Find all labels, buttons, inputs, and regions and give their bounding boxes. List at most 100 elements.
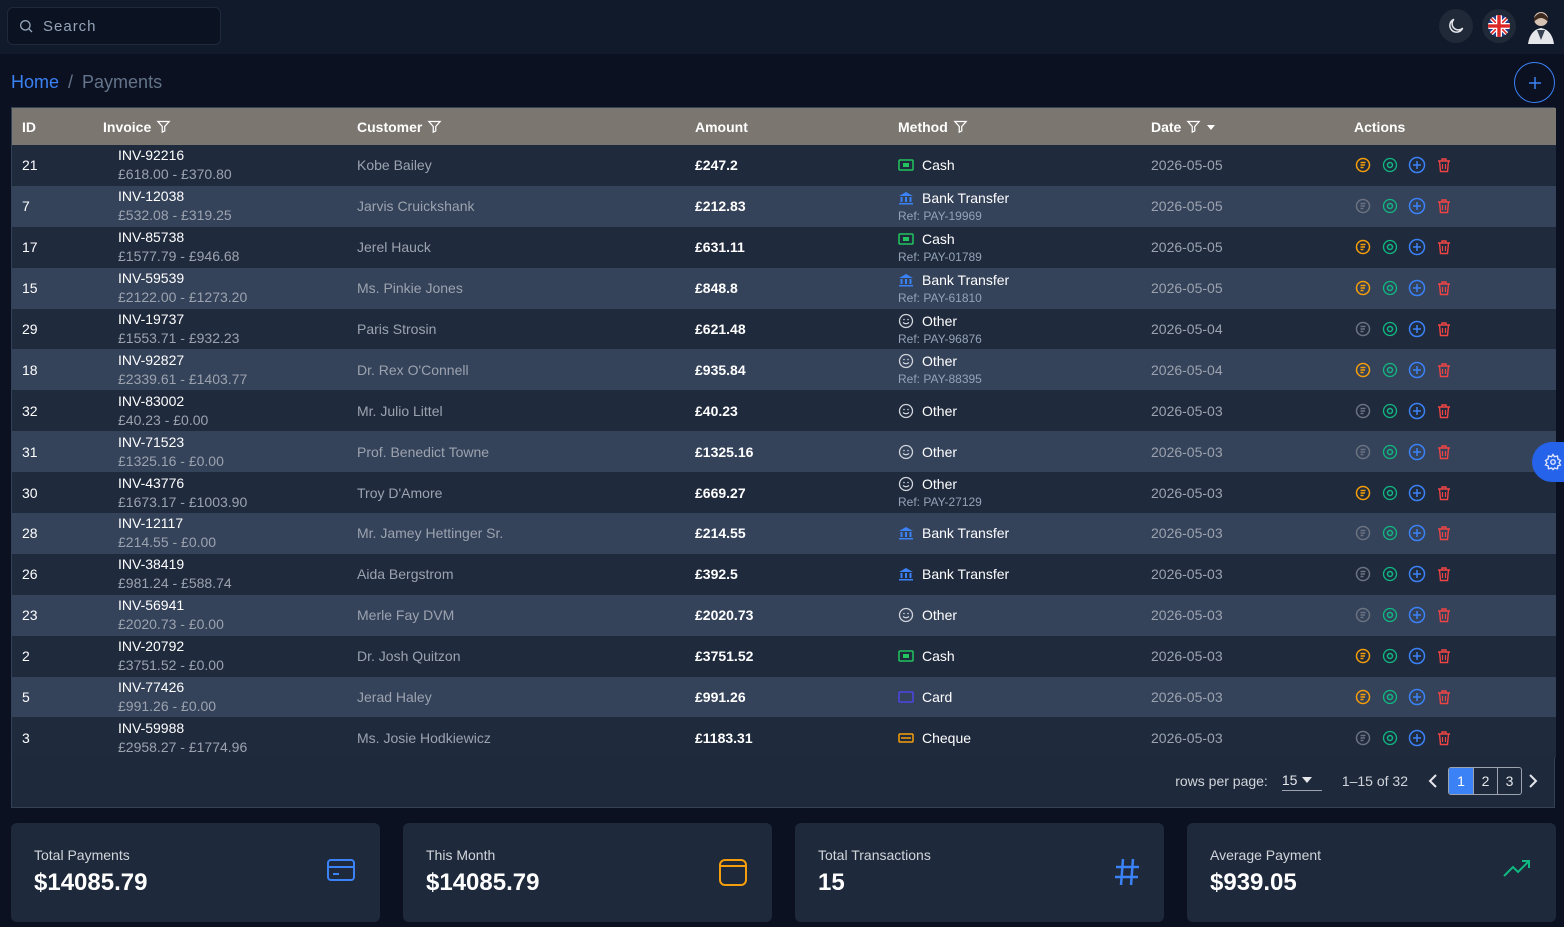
- view-button[interactable]: [1381, 688, 1399, 706]
- delete-button[interactable]: [1435, 156, 1453, 174]
- add-button[interactable]: [1408, 606, 1426, 624]
- add-button[interactable]: [1408, 197, 1426, 215]
- invoice-number[interactable]: INV-92216: [118, 146, 347, 164]
- invoice-number[interactable]: INV-59539: [118, 269, 347, 287]
- view-button[interactable]: [1381, 238, 1399, 256]
- add-button[interactable]: [1408, 443, 1426, 461]
- delete-button[interactable]: [1435, 565, 1453, 583]
- invoice-number[interactable]: INV-19737: [118, 310, 347, 328]
- search-input[interactable]: [43, 17, 203, 35]
- prev-page-button[interactable]: [1428, 774, 1442, 788]
- view-button[interactable]: [1381, 197, 1399, 215]
- add-payment-button[interactable]: [1514, 62, 1555, 103]
- receipt-button[interactable]: [1354, 606, 1372, 624]
- view-button[interactable]: [1381, 524, 1399, 542]
- delete-button[interactable]: [1435, 647, 1453, 665]
- table-row[interactable]: 3 INV-59988 £2958.27 - £1774.96 Ms. Josie H…: [12, 717, 1556, 759]
- delete-button[interactable]: [1435, 443, 1453, 461]
- invoice-number[interactable]: INV-92827: [118, 351, 347, 369]
- receipt-button[interactable]: [1354, 320, 1372, 338]
- header-date[interactable]: Date: [1141, 108, 1344, 145]
- view-button[interactable]: [1381, 156, 1399, 174]
- add-button[interactable]: [1408, 320, 1426, 338]
- invoice-number[interactable]: INV-12038: [118, 187, 347, 205]
- invoice-number[interactable]: INV-59988: [118, 719, 347, 737]
- view-button[interactable]: [1381, 606, 1399, 624]
- delete-button[interactable]: [1435, 197, 1453, 215]
- delete-button[interactable]: [1435, 484, 1453, 502]
- page-button-2[interactable]: 2: [1473, 768, 1497, 794]
- invoice-number[interactable]: INV-85738: [118, 228, 347, 246]
- table-row[interactable]: 15 INV-59539 £2122.00 - £1273.20 Ms. Pinkie…: [12, 267, 1556, 309]
- add-button[interactable]: [1408, 729, 1426, 747]
- add-button[interactable]: [1408, 688, 1426, 706]
- view-button[interactable]: [1381, 279, 1399, 297]
- view-button[interactable]: [1381, 565, 1399, 583]
- filter-icon[interactable]: [427, 119, 442, 134]
- sort-desc-icon[interactable]: [1206, 122, 1216, 132]
- next-page-button[interactable]: [1528, 774, 1538, 788]
- receipt-button[interactable]: [1354, 238, 1372, 256]
- invoice-number[interactable]: INV-83002: [118, 392, 347, 410]
- view-button[interactable]: [1381, 729, 1399, 747]
- table-row[interactable]: 23 INV-56941 £2020.73 - £0.00 Merle Fay DVM…: [12, 594, 1556, 636]
- table-row[interactable]: 18 INV-92827 £2339.61 - £1403.77 Dr. Rex O'…: [12, 349, 1556, 391]
- header-customer[interactable]: Customer: [347, 108, 685, 145]
- header-id[interactable]: ID: [12, 108, 93, 145]
- table-row[interactable]: 30 INV-43776 £1673.17 - £1003.90 Troy D'Amo…: [12, 472, 1556, 514]
- delete-button[interactable]: [1435, 524, 1453, 542]
- language-button[interactable]: [1482, 9, 1516, 43]
- breadcrumb-home-link[interactable]: Home: [11, 72, 59, 93]
- delete-button[interactable]: [1435, 606, 1453, 624]
- invoice-number[interactable]: INV-71523: [118, 433, 347, 451]
- invoice-number[interactable]: INV-12117: [118, 514, 347, 532]
- add-button[interactable]: [1408, 402, 1426, 420]
- settings-button[interactable]: [1532, 442, 1564, 482]
- receipt-button[interactable]: [1354, 688, 1372, 706]
- table-row[interactable]: 32 INV-83002 £40.23 - £0.00 Mr. Julio Litte…: [12, 390, 1556, 432]
- user-avatar[interactable]: [1524, 8, 1558, 44]
- receipt-button[interactable]: [1354, 729, 1372, 747]
- view-button[interactable]: [1381, 647, 1399, 665]
- invoice-number[interactable]: INV-77426: [118, 678, 347, 696]
- delete-button[interactable]: [1435, 279, 1453, 297]
- receipt-button[interactable]: [1354, 279, 1372, 297]
- filter-icon[interactable]: [1186, 119, 1201, 134]
- filter-icon[interactable]: [953, 119, 968, 134]
- page-button-1[interactable]: 1: [1449, 768, 1473, 794]
- delete-button[interactable]: [1435, 238, 1453, 256]
- delete-button[interactable]: [1435, 402, 1453, 420]
- view-button[interactable]: [1381, 402, 1399, 420]
- table-row[interactable]: 29 INV-19737 £1553.71 - £932.23 Paris Stros…: [12, 308, 1556, 350]
- view-button[interactable]: [1381, 361, 1399, 379]
- add-button[interactable]: [1408, 647, 1426, 665]
- table-row[interactable]: 21 INV-92216 £618.00 - £370.80 Kobe Bailey £…: [12, 145, 1556, 186]
- receipt-button[interactable]: [1354, 361, 1372, 379]
- invoice-number[interactable]: INV-43776: [118, 474, 347, 492]
- receipt-button[interactable]: [1354, 524, 1372, 542]
- add-button[interactable]: [1408, 279, 1426, 297]
- invoice-number[interactable]: INV-56941: [118, 596, 347, 614]
- table-row[interactable]: 17 INV-85738 £1577.79 - £946.68 Jerel Hauck…: [12, 226, 1556, 268]
- page-button-3[interactable]: 3: [1497, 768, 1521, 794]
- delete-button[interactable]: [1435, 320, 1453, 338]
- view-button[interactable]: [1381, 484, 1399, 502]
- invoice-number[interactable]: INV-20792: [118, 637, 347, 655]
- header-invoice[interactable]: Invoice: [93, 108, 347, 145]
- table-row[interactable]: 28 INV-12117 £214.55 - £0.00 Mr. Jamey Hett…: [12, 513, 1556, 554]
- search-box[interactable]: [7, 7, 221, 45]
- view-button[interactable]: [1381, 443, 1399, 461]
- receipt-button[interactable]: [1354, 484, 1372, 502]
- receipt-button[interactable]: [1354, 156, 1372, 174]
- filter-icon[interactable]: [156, 119, 171, 134]
- rows-per-page-select[interactable]: 15: [1281, 772, 1322, 791]
- table-row[interactable]: 2 INV-20792 £3751.52 - £0.00 Dr. Josh Quitz…: [12, 635, 1556, 677]
- table-row[interactable]: 26 INV-38419 £981.24 - £588.74 Aida Bergstr…: [12, 553, 1556, 595]
- header-amount[interactable]: Amount: [685, 108, 888, 145]
- receipt-button[interactable]: [1354, 402, 1372, 420]
- receipt-button[interactable]: [1354, 443, 1372, 461]
- delete-button[interactable]: [1435, 361, 1453, 379]
- delete-button[interactable]: [1435, 688, 1453, 706]
- add-button[interactable]: [1408, 565, 1426, 583]
- receipt-button[interactable]: [1354, 197, 1372, 215]
